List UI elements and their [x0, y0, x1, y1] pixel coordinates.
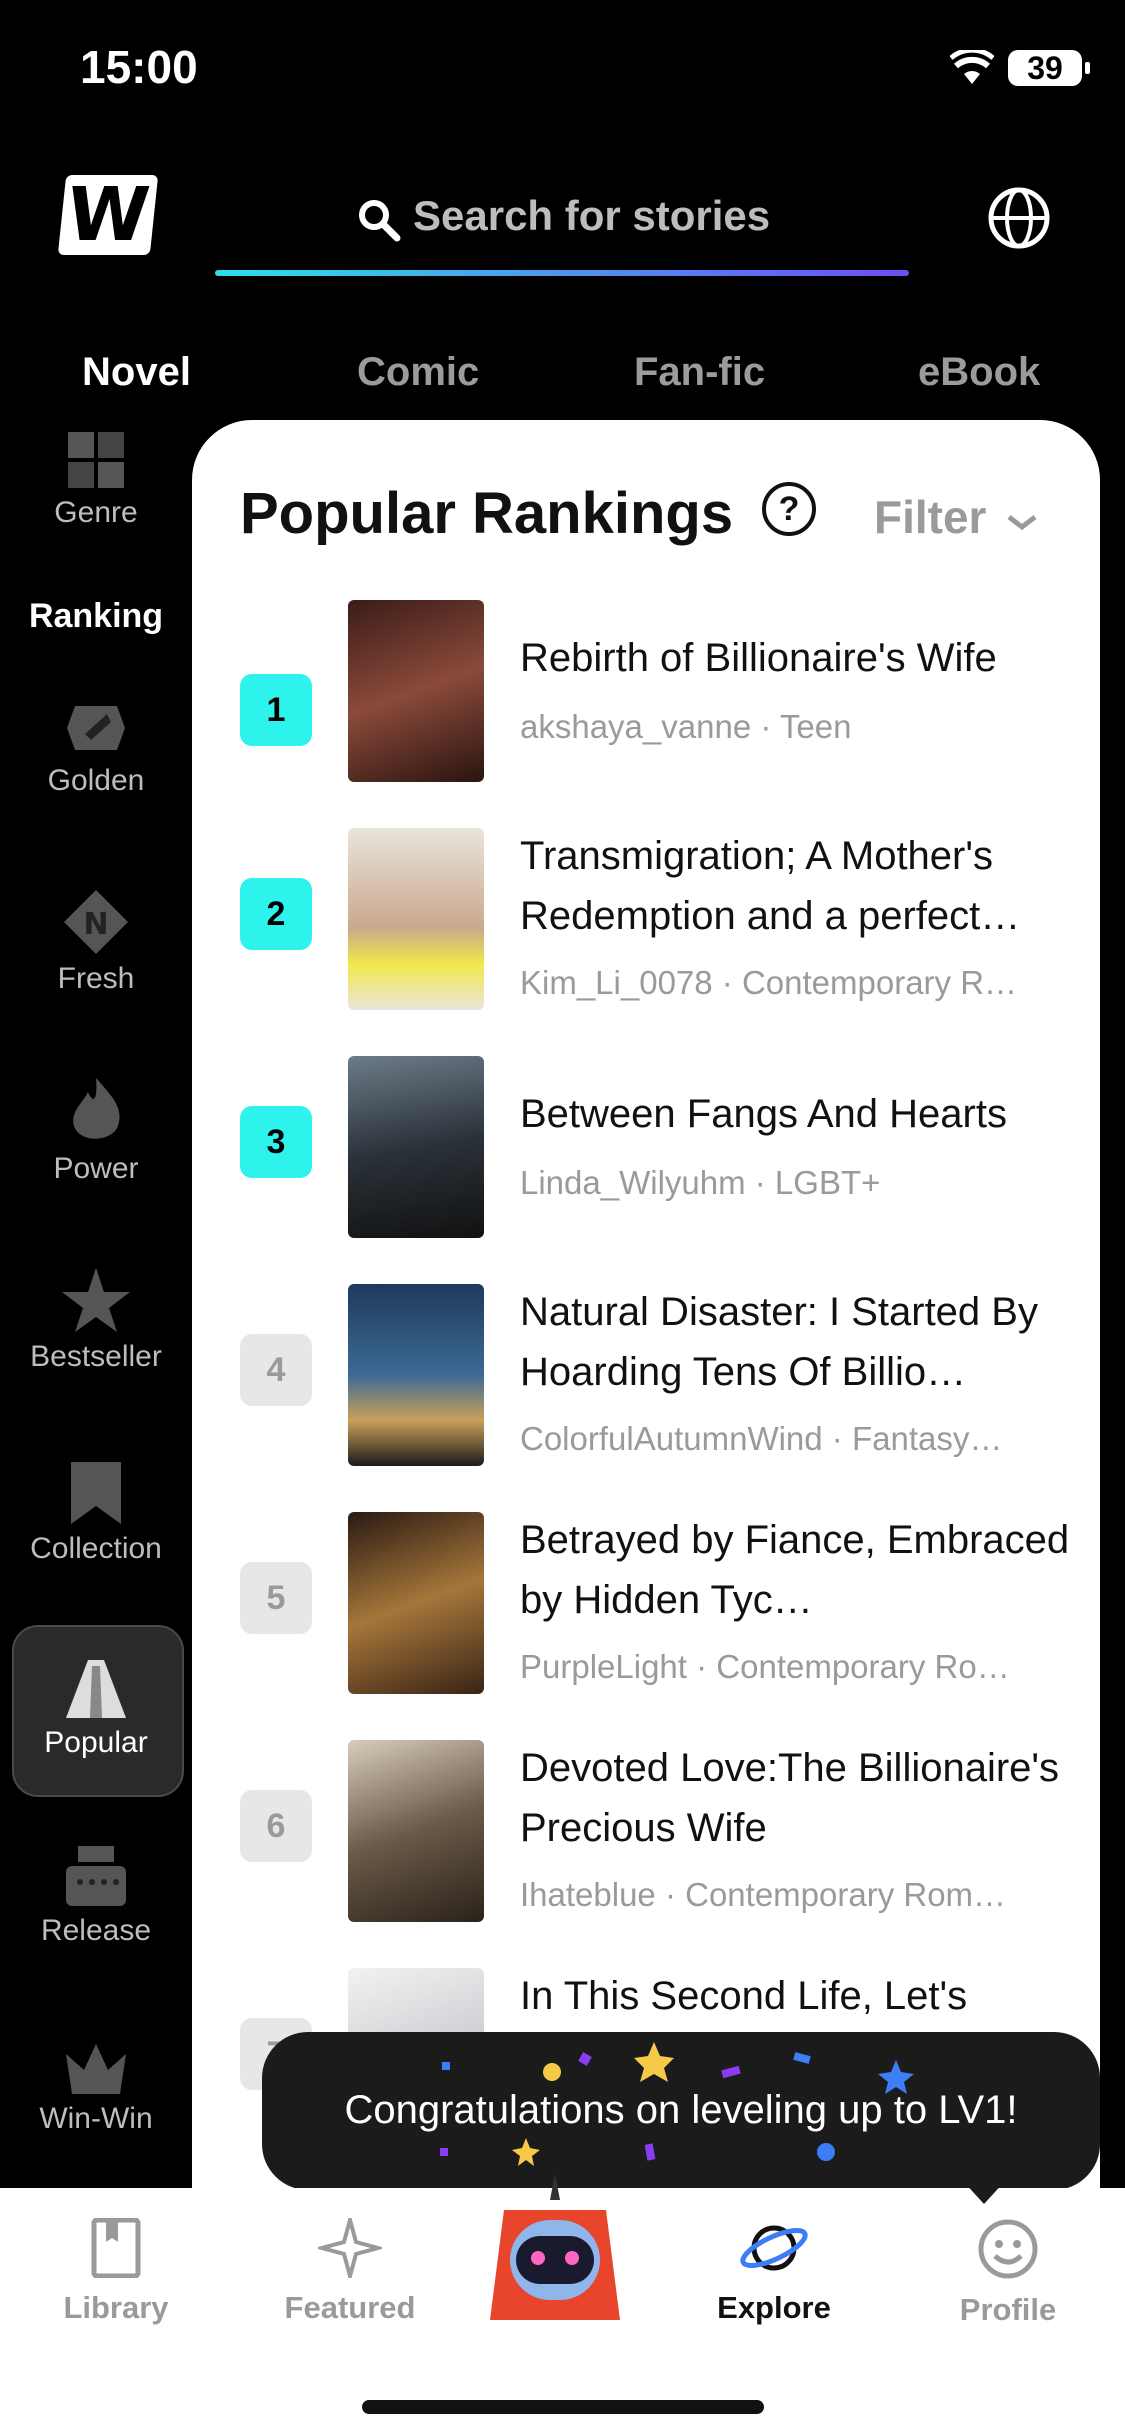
search-underline [215, 270, 909, 276]
book-cover [348, 1512, 484, 1694]
popular-icon [66, 1660, 126, 1718]
rank-badge: 1 [240, 674, 312, 746]
book-meta: Ihateblue · Contemporary Rom… [520, 1876, 1007, 1913]
search-bar[interactable]: Search for stories [215, 180, 909, 276]
sidebar-item-win-win[interactable]: Win-Win [0, 2044, 192, 2136]
planet-icon [740, 2225, 808, 2271]
status-time: 15:00 [80, 41, 198, 93]
fresh-icon: N [64, 890, 128, 954]
book-row[interactable]: 5 Betrayed by Fiance, Embraced by Hidden… [192, 1510, 1100, 1700]
book-title: Natural Disaster: I Started By Hoarding … [520, 1290, 1038, 1394]
app-logo[interactable]: W [57, 172, 159, 258]
rankings-card: Popular Rankings ? Filter 1 Rebirth of B… [192, 420, 1100, 2190]
sidebar-item-release[interactable]: Release [0, 1846, 192, 1948]
nav-library[interactable]: Library [16, 2218, 216, 2326]
book-title: Transmigration; A Mother's Redemption an… [520, 834, 1021, 938]
sidebar-item-fresh[interactable]: N Fresh [0, 890, 192, 996]
sidebar-item-bestseller[interactable]: Bestseller [0, 1268, 192, 1374]
level-up-toast: Congratulations on leveling up to LV1! [262, 2032, 1100, 2190]
golden-icon [67, 706, 125, 750]
book-cover [348, 1056, 484, 1238]
home-indicator[interactable] [362, 2400, 764, 2414]
book-meta: Linda_Wilyuhm · LGBT+ [520, 1164, 881, 1201]
chevron-down-icon [1007, 515, 1037, 531]
book-row[interactable]: 1 Rebirth of Billionaire's Wife akshaya_… [192, 598, 1100, 788]
book-title: Between Fangs And Hearts [520, 1092, 1007, 1136]
typewriter-icon [66, 1846, 126, 1906]
mascot-icon[interactable] [480, 2170, 630, 2330]
nav-explore[interactable]: Explore [674, 2218, 874, 2326]
book-cover [348, 1284, 484, 1466]
smiley-icon [978, 2219, 1038, 2279]
book-title: Rebirth of Billionaire's Wife [520, 636, 997, 680]
toast-message: Congratulations on leveling up to LV1! [344, 2088, 1018, 2132]
book-row[interactable]: 2 Transmigration; A Mother's Redemption … [192, 826, 1100, 1016]
battery-indicator: 39 [1008, 50, 1090, 86]
book-meta: Kim_Li_0078 · Contemporary R… [520, 964, 1018, 1001]
rank-badge: 6 [240, 1790, 312, 1862]
flame-icon [73, 1078, 120, 1139]
search-icon [359, 200, 401, 242]
book-cover [348, 600, 484, 782]
genre-icon [68, 432, 124, 488]
sidebar-item-genre[interactable]: Genre [0, 432, 192, 530]
filter-button[interactable]: Filter [874, 490, 1039, 544]
rank-badge: 5 [240, 1562, 312, 1634]
book-meta: akshaya_vanne · Teen [520, 708, 852, 745]
bookmark-icon [71, 1462, 121, 1524]
globe-icon[interactable] [986, 185, 1052, 251]
toast-tail [962, 2180, 1006, 2204]
tab-novel[interactable]: Novel [82, 350, 191, 395]
tab-comic[interactable]: Comic [357, 350, 479, 395]
book-title: In This Second Life, Let's [520, 1974, 968, 2018]
sidebar-item-power[interactable]: Power [0, 1078, 192, 1186]
book-meta: PurpleLight · Contemporary Ro… [520, 1648, 1010, 1685]
sparkle-icon [318, 2218, 382, 2278]
sidebar-item-ranking[interactable]: Ranking [0, 597, 192, 636]
rank-badge: 2 [240, 878, 312, 950]
book-title: Betrayed by Fiance, Embraced by Hidden T… [520, 1518, 1070, 1622]
rank-badge: 4 [240, 1334, 312, 1406]
sidebar-item-golden[interactable]: Golden [0, 700, 192, 798]
book-cover [348, 828, 484, 1010]
star-icon [62, 1268, 130, 1332]
crown-icon [66, 2044, 126, 2094]
nav-featured[interactable]: Featured [250, 2218, 450, 2326]
nav-profile[interactable]: Profile [908, 2218, 1108, 2328]
tab-ebook[interactable]: eBook [918, 350, 1040, 395]
search-placeholder: Search for stories [413, 192, 771, 239]
help-icon[interactable]: ? [762, 482, 816, 536]
tab-fan-fic[interactable]: Fan-fic [634, 350, 765, 395]
book-row[interactable]: 4 Natural Disaster: I Started By Hoardin… [192, 1282, 1100, 1472]
book-title: Devoted Love:The Billionaire's Precious … [520, 1746, 1060, 1850]
book-row[interactable]: 3 Between Fangs And Hearts Linda_Wilyuhm… [192, 1054, 1100, 1244]
book-meta: ColorfulAutumnWind · Fantasy… [520, 1420, 1003, 1457]
card-title: Popular Rankings [240, 481, 734, 546]
book-icon [91, 2218, 141, 2278]
book-row[interactable]: 6 Devoted Love:The Billionaire's Preciou… [192, 1738, 1100, 1928]
book-cover [348, 1740, 484, 1922]
svg-text:N: N [83, 907, 108, 942]
sidebar-item-popular[interactable]: Popular [0, 1660, 192, 1760]
sidebar-item-collection[interactable]: Collection [0, 1462, 192, 1566]
sidebar-label: Genre [54, 496, 138, 529]
rank-badge: 3 [240, 1106, 312, 1178]
wifi-icon [950, 50, 994, 84]
